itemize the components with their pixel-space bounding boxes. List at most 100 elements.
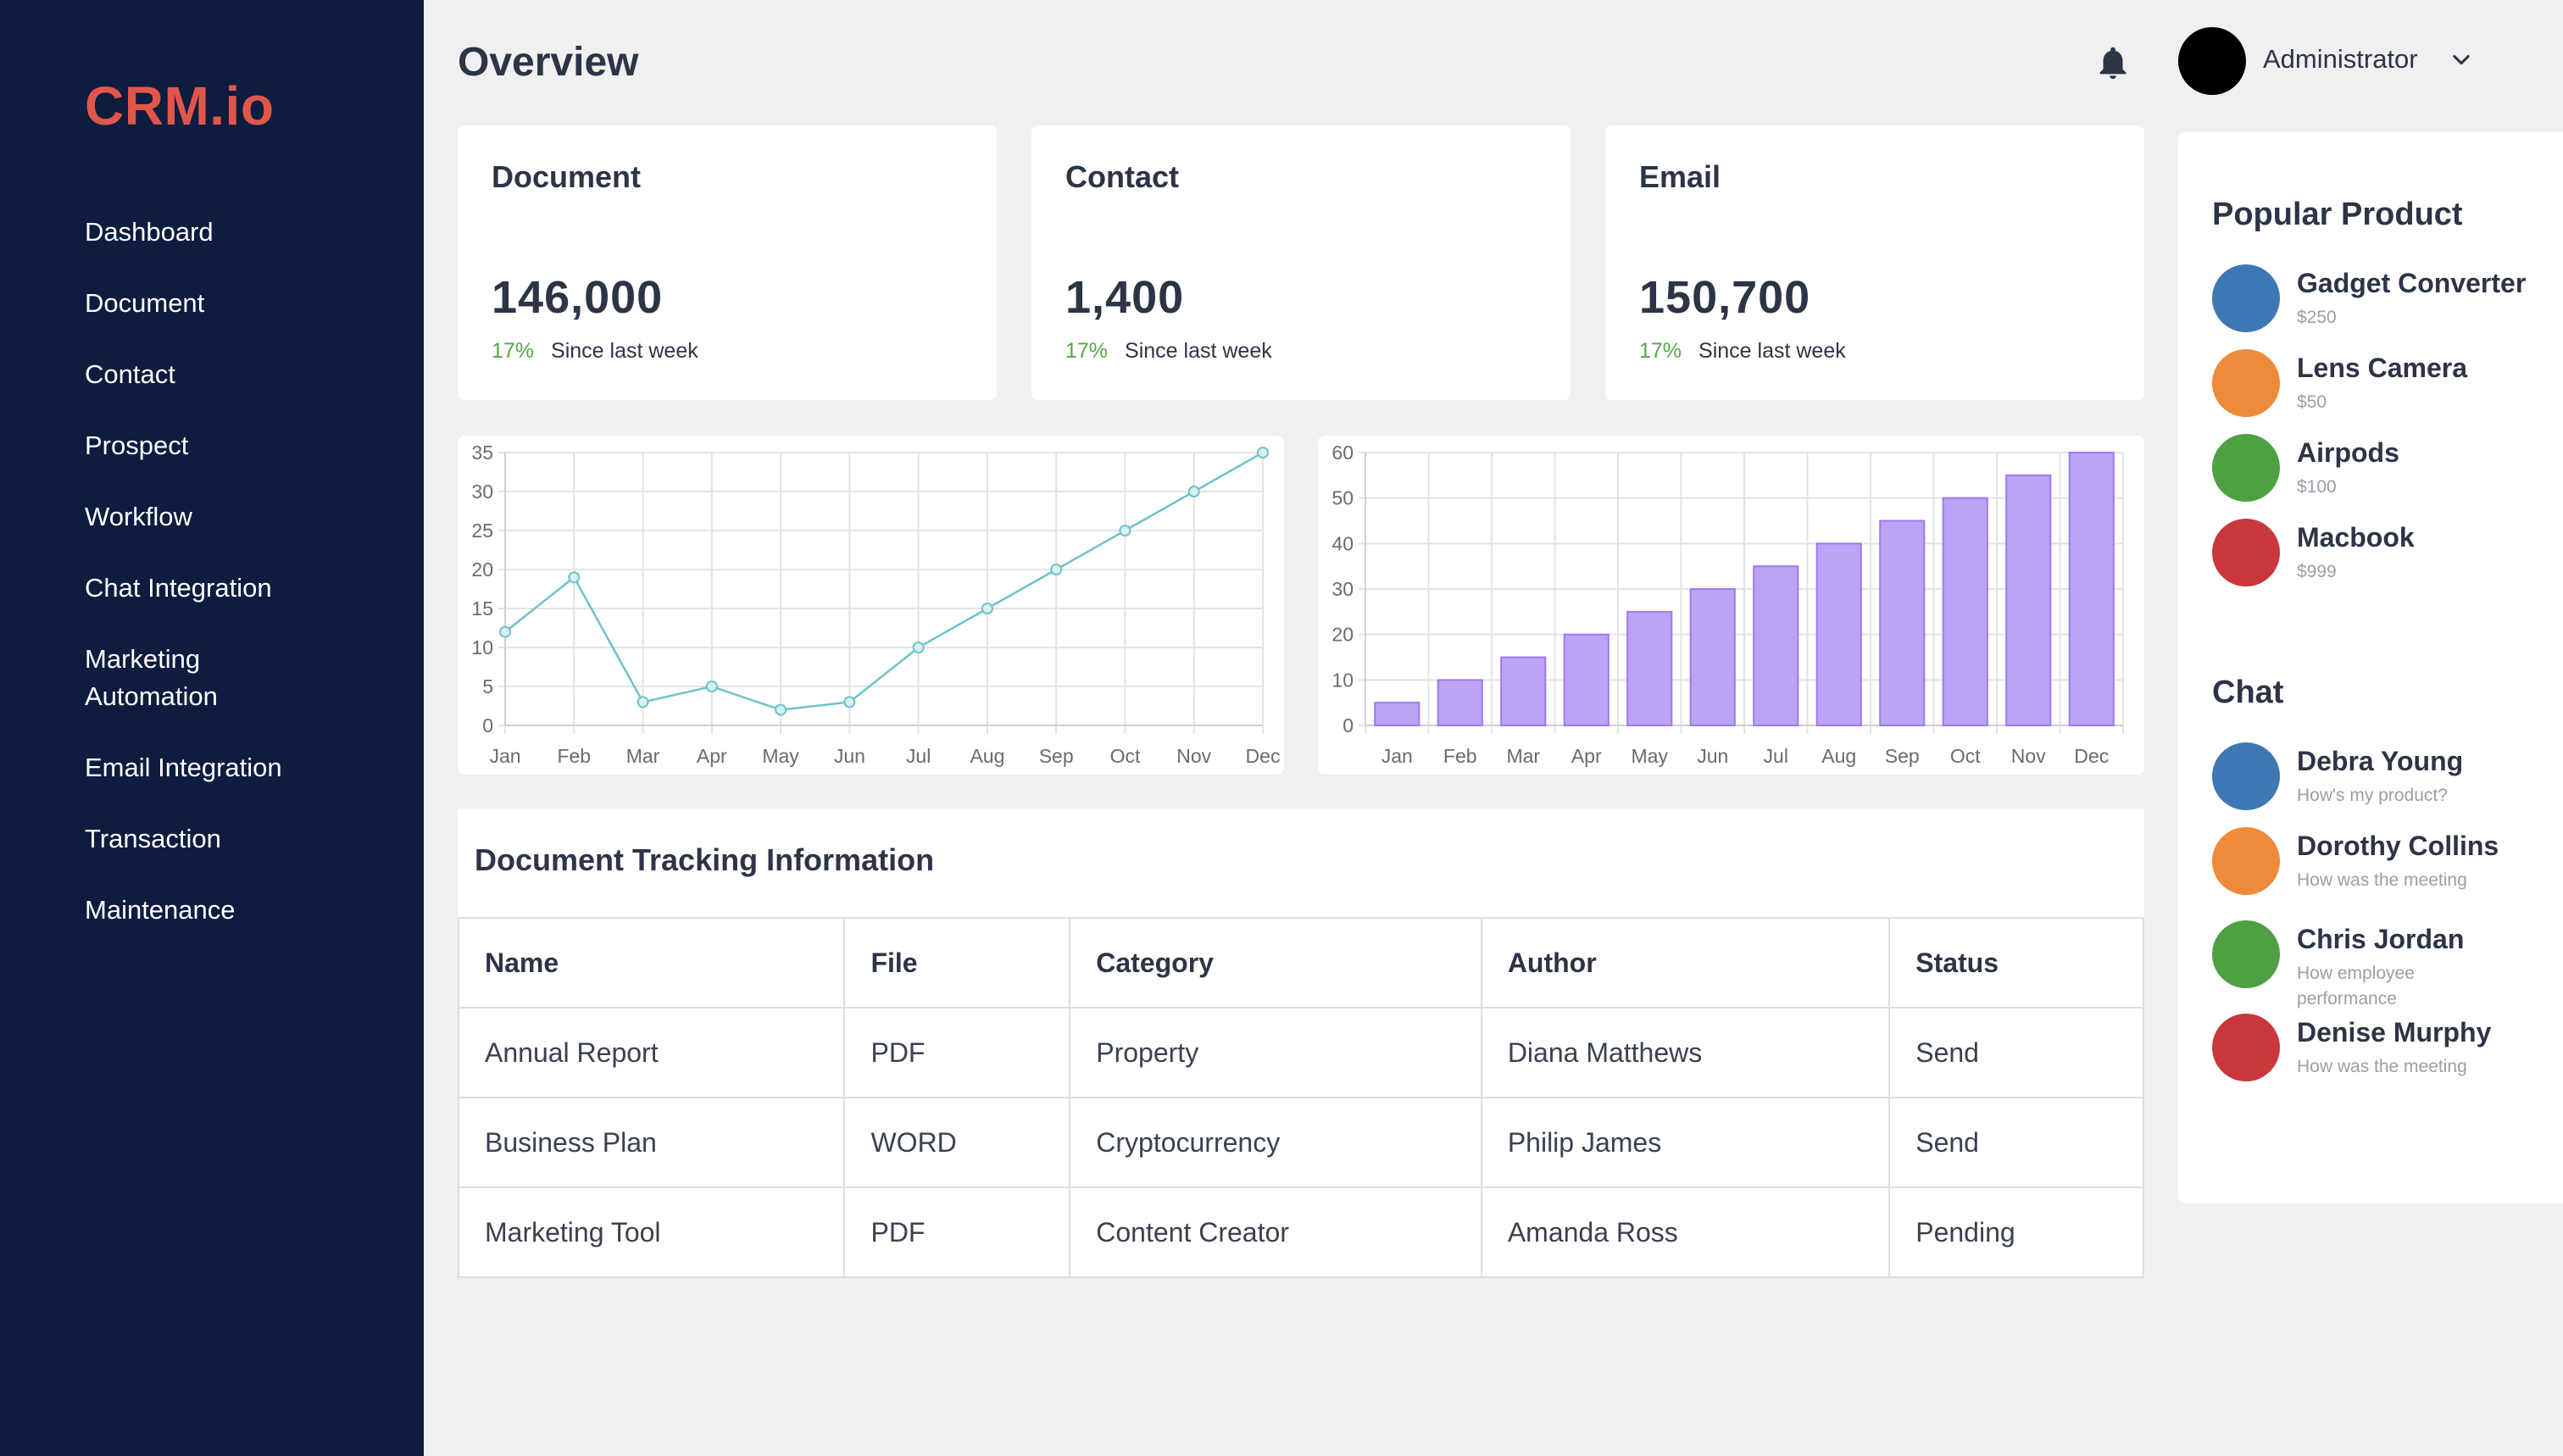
chat-avatar: [2212, 827, 2280, 895]
product-color-dot: [2212, 349, 2280, 417]
product-price: $250: [2297, 308, 2337, 327]
cell-name: Annual Report: [457, 1007, 846, 1098]
chat-item[interactable]: Denise Murphy How was the meeting: [2212, 1014, 2551, 1081]
product-item[interactable]: Lens Camera $50: [2212, 349, 2551, 417]
data-point[interactable]: [499, 625, 511, 638]
x-tick-label: May: [1632, 745, 1669, 767]
cell-file: PDF: [843, 1007, 1071, 1098]
y-tick-label: 25: [471, 520, 493, 542]
y-tick-label: 35: [471, 442, 493, 464]
x-tick-label: Dec: [2074, 745, 2109, 767]
column-header-name[interactable]: Name: [457, 917, 846, 1009]
sidebar-item-dashboard[interactable]: Dashboard: [85, 214, 282, 251]
bar[interactable]: [1563, 633, 1610, 727]
column-header-category[interactable]: Category: [1069, 917, 1482, 1009]
product-item[interactable]: Macbook $999: [2212, 519, 2551, 586]
bar[interactable]: [1626, 610, 1673, 726]
sidebar-item-chat-integration[interactable]: Chat Integration: [85, 570, 282, 607]
bar[interactable]: [1500, 656, 1547, 726]
bar[interactable]: [1815, 542, 1862, 727]
x-tick-label: Nov: [2011, 745, 2046, 767]
chat-message: How was the meeting: [2297, 1057, 2467, 1076]
cell-status: Send: [1888, 1097, 2144, 1188]
bar[interactable]: [1374, 702, 1420, 726]
sidebar-item-document[interactable]: Document: [85, 285, 282, 322]
data-point[interactable]: [775, 703, 787, 716]
x-tick-label: Feb: [557, 745, 591, 767]
sidebar-item-prospect[interactable]: Prospect: [85, 427, 282, 464]
bar[interactable]: [2005, 474, 2052, 726]
column-header-file[interactable]: File: [843, 917, 1071, 1009]
data-point[interactable]: [843, 696, 856, 709]
column-header-status[interactable]: Status: [1888, 917, 2144, 1009]
stat-change-percent: 17%: [1639, 339, 1682, 363]
stat-change-label: Since last week: [1125, 339, 1272, 363]
x-tick-label: Nov: [1176, 745, 1211, 767]
chat-item[interactable]: Debra Young How's my product?: [2212, 742, 2551, 810]
chat-item[interactable]: Dorothy Collins How was the meeting: [2212, 827, 2551, 895]
data-point[interactable]: [1119, 525, 1131, 536]
data-point[interactable]: [705, 681, 718, 692]
x-tick-label: May: [762, 745, 799, 767]
sidebar-item-transaction[interactable]: Transaction: [85, 820, 282, 858]
cell-author: Diana Matthews: [1480, 1007, 1891, 1098]
data-point[interactable]: [637, 696, 649, 709]
data-point[interactable]: [1050, 564, 1063, 575]
y-tick-label: 0: [482, 714, 493, 736]
data-point[interactable]: [568, 571, 581, 584]
table-row[interactable]: Marketing Tool PDF Content Creator Amand…: [457, 1186, 2144, 1278]
data-point[interactable]: [912, 642, 925, 653]
chat-avatar: [2212, 920, 2280, 988]
product-item[interactable]: Gadget Converter $250: [2212, 264, 2551, 332]
sidebar-item-workflow[interactable]: Workflow: [85, 498, 282, 536]
bar[interactable]: [1879, 520, 1926, 726]
cell-category: Content Creator: [1069, 1186, 1482, 1278]
sidebar-item-marketing-automation[interactable]: Marketing Automation: [85, 641, 280, 715]
chat-name: Denise Murphy: [2297, 1017, 2492, 1048]
table-row[interactable]: Business Plan WORD Cryptocurrency Philip…: [457, 1097, 2144, 1188]
popular-product-heading: Popular Product: [2212, 197, 2463, 232]
product-item[interactable]: Airpods $100: [2212, 434, 2551, 502]
chat-item[interactable]: Chris Jordan How employee performance: [2212, 920, 2551, 1009]
sidebar-item-email-integration[interactable]: Email Integration: [85, 749, 282, 786]
x-tick-label: Mar: [626, 745, 660, 767]
product-color-dot: [2212, 434, 2280, 502]
data-point[interactable]: [1257, 447, 1269, 458]
bar[interactable]: [1753, 565, 1799, 726]
data-point[interactable]: [981, 603, 993, 614]
x-tick-label: Oct: [1950, 745, 1981, 767]
bar[interactable]: [1437, 679, 1483, 727]
stat-change: 17% Since last week: [492, 339, 698, 364]
stat-title: Document: [492, 159, 642, 194]
y-tick-label: 0: [1343, 714, 1354, 736]
y-tick-label: 30: [471, 481, 493, 503]
table-title: Document Tracking Information: [475, 842, 935, 877]
chat-name: Debra Young: [2297, 746, 2464, 776]
data-point[interactable]: [1187, 486, 1200, 497]
chat-name: Dorothy Collins: [2297, 831, 2499, 861]
x-tick-label: Jun: [1697, 745, 1728, 767]
column-header-author[interactable]: Author: [1480, 917, 1891, 1009]
chevron-down-icon[interactable]: [2449, 47, 2473, 71]
bell-icon[interactable]: [2093, 42, 2132, 83]
avatar[interactable]: [2178, 27, 2246, 95]
y-tick-label: 10: [471, 636, 493, 659]
x-tick-label: Aug: [1821, 745, 1856, 767]
table-row[interactable]: Annual Report PDF Property Diana Matthew…: [457, 1007, 2144, 1098]
bar[interactable]: [1942, 497, 1988, 727]
sidebar-item-contact[interactable]: Contact: [85, 356, 282, 393]
bar[interactable]: [1689, 588, 1736, 726]
stat-change-label: Since last week: [1698, 339, 1846, 363]
bar[interactable]: [2068, 452, 2115, 726]
x-tick-label: Mar: [1506, 745, 1540, 767]
x-tick-label: Jan: [489, 745, 520, 767]
sidebar-item-maintenance[interactable]: Maintenance: [85, 892, 282, 929]
user-name[interactable]: Administrator: [2263, 44, 2418, 75]
stat-card-contact: Contact 1,400 17% Since last week: [1031, 125, 1571, 400]
cell-name: Business Plan: [457, 1097, 846, 1188]
product-name: Macbook: [2297, 522, 2415, 553]
brand-logo[interactable]: CRM.io: [85, 75, 274, 137]
sidebar: CRM.io Dashboard Document Contact Prospe…: [0, 0, 424, 1456]
cell-status: Send: [1888, 1007, 2144, 1098]
y-tick-label: 15: [471, 597, 493, 620]
